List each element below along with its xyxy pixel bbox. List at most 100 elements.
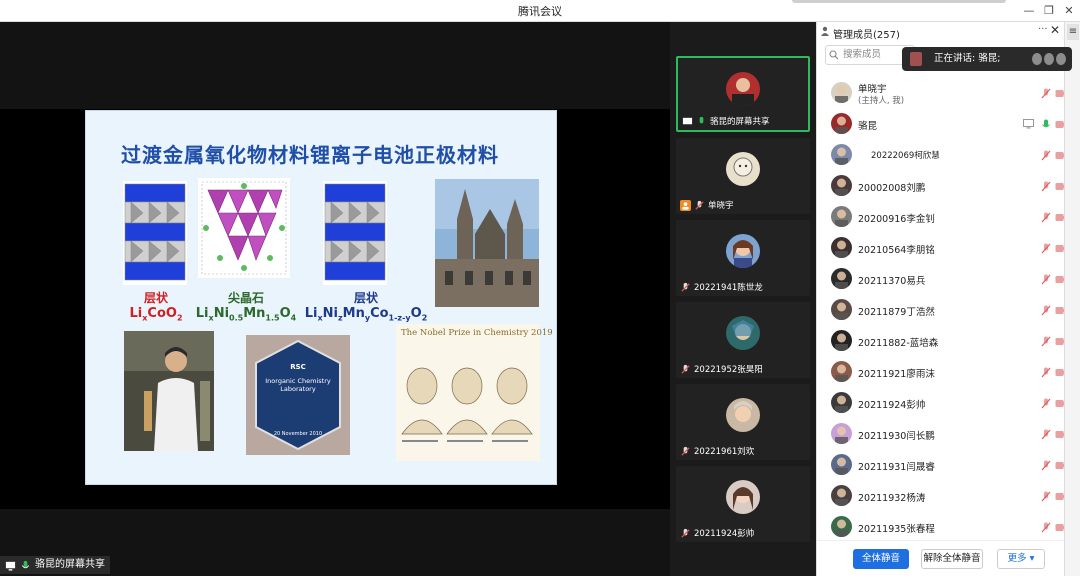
mic-muted-icon[interactable] <box>1041 522 1051 533</box>
layered-nmc-label: 层状 LixNizMnyCo1-z-yO2 <box>301 289 431 323</box>
member-row[interactable]: 20211930闫长鹏 <box>817 420 1067 451</box>
screen-share-icon <box>682 117 693 124</box>
lini-mn-o4-formula: LixNi0.5Mn1.5O4 <box>195 306 297 323</box>
mic-muted-icon <box>695 200 704 210</box>
avatar <box>831 330 852 351</box>
member-name: 20211921廖雨沫 <box>858 369 935 380</box>
member-name: 20211879丁浩然 <box>858 307 935 318</box>
plaque-line-2: Inorganic Chemistry <box>265 377 331 385</box>
member-row[interactable]: 20222069柯欣慧 <box>817 141 1067 172</box>
close-window-button[interactable]: ✕ <box>1060 3 1078 19</box>
avatar <box>831 144 852 165</box>
mic-muted-icon <box>681 364 690 374</box>
search-icon <box>829 50 839 60</box>
licoo2-formula: LixCoO2 <box>129 306 183 323</box>
member-name: 20002008刘鹏 <box>858 183 926 194</box>
layered-label: 层状 LixCoO2 <box>111 289 201 323</box>
member-row[interactable]: 单晓宇 (主持人, 我) <box>817 79 1067 110</box>
title-bar: 腾讯会议 — ❐ ✕ <box>0 0 1080 22</box>
panel-header: 管理成员(257) ··· ✕ <box>817 22 1065 42</box>
mic-muted-icon[interactable] <box>1041 398 1051 409</box>
mic-muted-icon[interactable] <box>1041 274 1051 285</box>
member-row[interactable]: 20211932杨涛 <box>817 482 1067 513</box>
member-name: 20211931闫晟睿 <box>858 462 935 473</box>
member-management-panel: 管理成员(257) ··· ✕ 搜索成员 正在讲话: 骆昆; 单晓宇 (主持人, … <box>816 22 1072 576</box>
minimize-button[interactable]: — <box>1020 3 1038 19</box>
member-row[interactable]: 骆昆 <box>817 110 1067 141</box>
member-name: 20211924彭帅 <box>858 400 926 411</box>
avatar <box>831 423 852 444</box>
member-row[interactable]: 20211924彭帅 <box>817 389 1067 420</box>
avatar <box>726 398 760 432</box>
mic-on-icon[interactable] <box>1041 119 1051 130</box>
video-tile-name: 20221961刘欢 <box>694 447 755 457</box>
member-name: 20211935张春程 <box>858 524 935 535</box>
member-row[interactable]: 20211882-蓝培森 <box>817 327 1067 358</box>
video-tile[interactable]: 20221941陈世龙 <box>676 220 810 296</box>
speaker-avatar <box>910 52 922 66</box>
video-tile[interactable]: 20211924彭帅 <box>676 466 810 542</box>
mic-muted-icon[interactable] <box>1041 305 1051 316</box>
mic-muted-icon <box>681 446 690 456</box>
mic-muted-icon[interactable] <box>1041 243 1051 254</box>
member-name: 20211930闫长鹏 <box>858 431 935 442</box>
avatar <box>726 152 760 186</box>
avatar <box>831 237 852 258</box>
avatar <box>726 234 760 268</box>
member-row[interactable]: 20211879丁浩然 <box>817 296 1067 327</box>
mic-muted-icon[interactable] <box>1041 460 1051 471</box>
avatar <box>831 361 852 382</box>
more-button[interactable]: 更多 ▾ <box>997 549 1045 569</box>
member-row[interactable]: 20211921廖雨沫 <box>817 358 1067 389</box>
avatar <box>831 268 852 289</box>
mic-muted-icon[interactable] <box>1041 88 1051 99</box>
video-tile[interactable]: 20221961刘欢 <box>676 384 810 460</box>
avatar <box>831 485 852 506</box>
panel-close-button[interactable]: ✕ <box>1050 23 1060 37</box>
mute-all-button[interactable]: 全体静音 <box>853 549 909 569</box>
nobel-laureates-image <box>396 324 540 461</box>
slide-title: 过渡金属氧化物材料锂离子电池正极材料 <box>121 143 499 167</box>
mic-muted-icon[interactable] <box>1041 429 1051 440</box>
layered-nmc-crystal-structure-image <box>323 181 387 285</box>
speaking-text: 正在讲话: 骆昆; <box>934 53 1001 64</box>
member-row[interactable]: 20211931闫晟睿 <box>817 451 1067 482</box>
member-row[interactable]: 20002008刘鹏 <box>817 172 1067 203</box>
screen-share-icon <box>1023 119 1034 129</box>
mic-muted-icon[interactable] <box>1041 212 1051 223</box>
mic-muted-icon[interactable] <box>1041 181 1051 192</box>
mic-on-icon <box>699 116 704 123</box>
unmute-all-button[interactable]: 解除全体静音 <box>921 549 983 569</box>
menu-icon[interactable]: ≡ <box>1067 24 1079 40</box>
mic-muted-icon[interactable] <box>1041 491 1051 502</box>
member-row[interactable]: 20211370易兵 <box>817 265 1067 296</box>
restore-button[interactable]: ❐ <box>1040 3 1058 19</box>
plaque-line-4: 20 November 2010 <box>273 431 323 437</box>
spinel-crystal-structure-image <box>198 178 290 278</box>
screen-share-label: 骆昆的屏幕共享 <box>35 559 105 570</box>
member-name: 20211882-蓝培森 <box>858 338 939 349</box>
video-tile[interactable]: 单晓宇 <box>676 138 810 214</box>
video-tile[interactable]: 骆昆的屏幕共享 <box>676 56 810 132</box>
member-list: 单晓宇 (主持人, 我) 骆昆 20222069柯欣慧 20002008刘鹏 202009… <box>817 79 1067 544</box>
panel-more-button[interactable]: ··· <box>1038 24 1048 35</box>
panel-footer: 全体静音 解除全体静音 更多 ▾ <box>817 540 1065 576</box>
nobel-title: The Nobel Prize in Chemistry 2019 <box>401 328 553 338</box>
mic-muted-icon[interactable] <box>1041 150 1051 161</box>
layered-crystal-structure-image <box>123 181 187 285</box>
member-name: 单晓宇 <box>858 84 887 95</box>
avatar <box>831 299 852 320</box>
member-row[interactable]: 20210564李朋铭 <box>817 234 1067 265</box>
mic-muted-icon[interactable] <box>1041 336 1051 347</box>
avatar <box>831 516 852 537</box>
mic-muted-icon <box>681 282 690 292</box>
speaking-wave-icon <box>1032 53 1066 65</box>
mic-muted-icon[interactable] <box>1041 367 1051 378</box>
video-tile[interactable]: 20221952张昊阳 <box>676 302 810 378</box>
avatar <box>726 72 760 106</box>
avatar <box>831 392 852 413</box>
spinel-label: 尖晶石 LixNi0.5Mn1.5O4 <box>195 291 297 323</box>
member-row[interactable]: 20200916李金钊 <box>817 203 1067 234</box>
tencent-meeting-window: 腾讯会议 — ❐ ✕ 过渡金属氧化物材料锂离子电池正极材料 层状 LixCoO2… <box>0 0 1080 576</box>
video-tile-name: 骆昆的屏幕共享 <box>710 117 770 127</box>
